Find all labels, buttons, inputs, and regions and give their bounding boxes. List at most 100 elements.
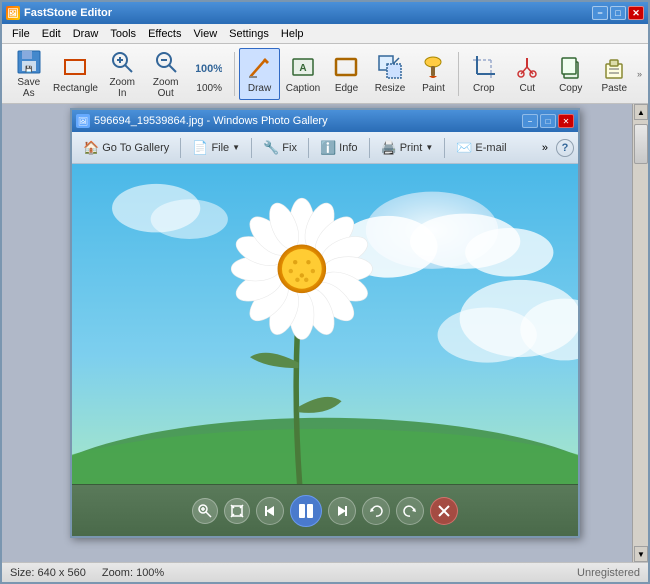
info-icon: ℹ️ [320,140,336,156]
menu-effects[interactable]: Effects [142,26,187,42]
inner-tb-sep-3 [308,138,309,158]
title-bar: 🖼 FastStone Editor − □ ✕ [2,2,648,24]
resize-button[interactable]: Resize [369,48,410,100]
status-right: Unregistered [577,567,640,579]
zoom-in-label: Zoom In [104,77,139,99]
file-arrow-icon: ▼ [232,143,240,152]
zoom-100-button[interactable]: 100% 100% [188,48,229,100]
fit-nav-button[interactable] [224,498,250,524]
draw-button[interactable]: Draw [239,48,280,100]
rotate-right-button[interactable] [396,497,424,525]
inner-tb-expand[interactable]: » [538,140,552,156]
inner-title-controls: − □ ✕ [522,114,574,128]
maximize-button[interactable]: □ [610,6,626,20]
inner-maximize-button[interactable]: □ [540,114,556,128]
inner-tb-sep-2 [251,138,252,158]
help-button[interactable]: ? [556,139,574,157]
play-button[interactable] [290,495,322,527]
inner-toolbar: 🏠 Go To Gallery 📄 File ▼ 🔧 Fix ℹ️ In [72,132,578,164]
menu-tools[interactable]: Tools [104,26,142,42]
menu-file[interactable]: File [6,26,36,42]
print-label: Print [400,142,423,154]
status-left: Size: 640 x 560 Zoom: 100% [10,567,164,579]
zoom-100-label: 100% [196,83,222,94]
email-button[interactable]: ✉️ E-mail [449,136,513,160]
fit-nav-icon [230,504,244,518]
edge-button[interactable]: Edge [326,48,367,100]
fix-label: Fix [282,142,297,154]
svg-text:A: A [299,63,306,74]
save-as-button[interactable]: 💾 Save As [8,48,49,100]
menu-draw[interactable]: Draw [67,26,105,42]
menu-bar: File Edit Draw Tools Effects View Settin… [2,24,648,44]
caption-label: Caption [286,83,320,94]
next-button[interactable] [328,497,356,525]
menu-settings[interactable]: Settings [223,26,275,42]
email-label: E-mail [475,142,506,154]
rotate-left-button[interactable] [362,497,390,525]
paste-button[interactable]: Paste [594,48,635,100]
menu-view[interactable]: View [188,26,224,42]
inner-tb-sep-5 [444,138,445,158]
resize-label: Resize [375,83,406,94]
crop-button[interactable]: Crop [463,48,504,100]
crop-icon [470,53,498,81]
zoom-in-button[interactable]: Zoom In [101,48,142,100]
paste-label: Paste [601,83,627,94]
svg-text:💾: 💾 [25,65,33,73]
inner-close-button[interactable]: ✕ [558,114,574,128]
zoom-out-label: Zoom Out [148,77,183,99]
rectangle-label: Rectangle [53,83,98,94]
print-button[interactable]: 🖨️ Print ▼ [374,136,441,160]
caption-button[interactable]: A Caption [282,48,323,100]
inner-bottom-bar [72,484,578,536]
zoom-nav-button[interactable] [192,498,218,524]
zoom-status: Zoom: 100% [102,567,164,579]
save-as-icon: 💾 [15,49,43,75]
file-icon: 📄 [192,140,208,156]
save-as-label: Save As [11,77,46,99]
delete-icon [438,505,450,517]
minimize-button[interactable]: − [592,6,608,20]
menu-help[interactable]: Help [275,26,310,42]
scrollbar-up-arrow[interactable]: ▲ [634,104,648,120]
cut-button[interactable]: Cut [507,48,548,100]
go-to-gallery-label: Go To Gallery [102,142,169,154]
size-status: Size: 640 x 560 [10,567,86,579]
inner-minimize-button[interactable]: − [522,114,538,128]
print-arrow-icon: ▼ [425,143,433,152]
prev-button[interactable] [256,497,284,525]
fix-button[interactable]: 🔧 Fix [256,136,304,160]
inner-title-left: 🖼 596694_19539864.jpg - Windows Photo Ga… [76,114,328,128]
app-title: FastStone Editor [24,7,112,19]
email-icon: ✉️ [456,140,472,156]
toolbar-expand[interactable]: » [637,69,642,79]
close-button[interactable]: ✕ [628,6,644,20]
photo-svg [72,164,578,484]
right-scrollbar[interactable]: ▲ ▼ [632,104,648,562]
resize-icon [376,53,404,81]
file-button[interactable]: 📄 File ▼ [185,136,247,160]
go-to-gallery-button[interactable]: 🏠 Go To Gallery [76,136,176,160]
zoom-out-button[interactable]: Zoom Out [145,48,186,100]
copy-button[interactable]: Copy [550,48,591,100]
scrollbar-down-arrow[interactable]: ▼ [634,546,648,562]
inner-tb-sep-1 [180,138,181,158]
prev-icon [264,505,276,517]
rotate-right-icon [403,504,417,518]
go-to-gallery-icon: 🏠 [83,140,99,156]
unregistered-status: Unregistered [577,567,640,579]
scrollbar-thumb[interactable] [634,124,648,164]
menu-edit[interactable]: Edit [36,26,67,42]
paint-button[interactable]: Paint [413,48,454,100]
rotate-left-icon [369,504,383,518]
cut-icon [513,53,541,81]
rectangle-button[interactable]: Rectangle [51,48,99,100]
crop-label: Crop [473,83,495,94]
copy-label: Copy [559,83,582,94]
delete-button[interactable] [430,497,458,525]
print-icon: 🖨️ [381,140,397,156]
paint-icon [419,53,447,81]
info-button[interactable]: ℹ️ Info [313,136,365,160]
zoom-nav-icon [198,504,212,518]
